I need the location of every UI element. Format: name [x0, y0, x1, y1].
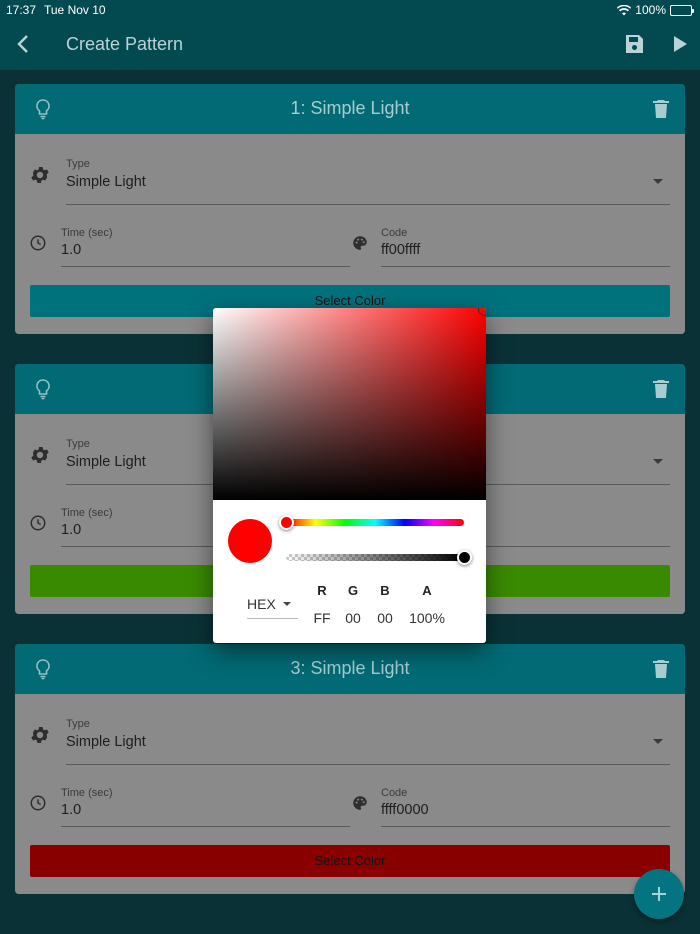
- color-picker-dialog: HEX R FF G 00 B 00 A 100%: [213, 308, 486, 643]
- pattern-title: 3: Simple Light: [290, 658, 410, 678]
- divider: [66, 204, 670, 205]
- divider: [61, 826, 350, 827]
- save-icon[interactable]: [622, 32, 646, 56]
- battery-icon: [670, 4, 694, 16]
- channel-label: B: [380, 583, 390, 598]
- time-input[interactable]: 1.0: [61, 242, 81, 258]
- time-label: Time (sec): [61, 507, 113, 519]
- lightbulb-icon: [36, 379, 50, 400]
- gear-icon: [31, 447, 49, 463]
- trash-icon[interactable]: [649, 377, 673, 401]
- status-time: 17:37: [6, 3, 37, 17]
- clock-icon: [30, 515, 46, 531]
- type-dropdown[interactable]: Simple Light: [66, 454, 146, 470]
- pattern-card-header: 1: Simple Light: [15, 84, 685, 134]
- pattern-card-body: Type Simple Light Time (sec) 1.0 Code ff…: [15, 694, 685, 894]
- pattern-card-header: 3: Simple Light: [15, 644, 685, 694]
- clock-icon: [30, 795, 46, 811]
- hue-slider[interactable]: [286, 519, 464, 526]
- channel-value[interactable]: 100%: [407, 610, 447, 626]
- type-dropdown[interactable]: Simple Light: [66, 734, 146, 750]
- hue-slider-thumb[interactable]: [278, 515, 294, 530]
- clock-icon: [30, 235, 46, 251]
- channel-b: B 00: [365, 583, 405, 626]
- divider: [247, 618, 298, 619]
- alpha-slider[interactable]: [286, 554, 464, 561]
- saturation-value-area[interactable]: [213, 308, 486, 500]
- code-input[interactable]: ffff0000: [381, 802, 429, 818]
- time-label: Time (sec): [61, 227, 113, 239]
- pattern-card-body: Type Simple Light Time (sec) 1.0 Code ff…: [15, 134, 685, 334]
- status-bar: 17:37 Tue Nov 10 100%: [0, 0, 700, 20]
- channel-a: A 100%: [407, 583, 447, 626]
- type-label: Type: [66, 158, 90, 170]
- pattern-card: 1: Simple Light Type Simple Light Time (…: [15, 84, 685, 334]
- divider: [381, 266, 670, 267]
- palette-icon: [353, 236, 367, 250]
- divider: [381, 826, 670, 827]
- code-input[interactable]: ff00ffff: [381, 242, 420, 258]
- time-input[interactable]: 1.0: [61, 802, 81, 818]
- code-label: Code: [381, 787, 408, 799]
- dropdown-arrow-icon[interactable]: [653, 739, 663, 744]
- gear-icon: [31, 727, 49, 743]
- type-dropdown[interactable]: Simple Light: [66, 174, 146, 190]
- pattern-card: 3: Simple Light Type Simple Light Time (…: [15, 644, 685, 894]
- divider: [66, 764, 670, 765]
- battery-percent: 100%: [635, 3, 666, 17]
- chevron-left-icon[interactable]: [12, 32, 36, 56]
- channel-label: A: [422, 583, 432, 598]
- status-date: Tue Nov 10: [44, 3, 106, 17]
- time-label: Time (sec): [61, 787, 113, 799]
- channel-value[interactable]: 00: [365, 610, 405, 626]
- select-color-button[interactable]: Select Color: [30, 845, 670, 877]
- color-preview-swatch: [228, 519, 272, 563]
- dropdown-arrow-icon[interactable]: [653, 459, 663, 464]
- trash-icon[interactable]: [649, 97, 673, 121]
- play-icon[interactable]: [668, 32, 692, 56]
- type-label: Type: [66, 718, 90, 730]
- app-bar: Create Pattern: [0, 20, 700, 70]
- status-right: 100%: [617, 3, 694, 17]
- wifi-icon: [617, 4, 632, 15]
- type-label: Type: [66, 438, 90, 450]
- code-label: Code: [381, 227, 408, 239]
- pattern-title: 1: Simple Light: [290, 98, 410, 118]
- page-title: Create Pattern: [66, 34, 184, 54]
- dropdown-arrow-icon[interactable]: [653, 179, 663, 184]
- color-mode-select[interactable]: HEX: [247, 596, 276, 612]
- trash-icon[interactable]: [649, 657, 673, 681]
- add-pattern-button[interactable]: [634, 869, 684, 919]
- time-input[interactable]: 1.0: [61, 522, 81, 538]
- alpha-slider-thumb[interactable]: [456, 550, 472, 565]
- dropdown-arrow-icon[interactable]: [283, 602, 291, 606]
- palette-icon: [353, 796, 367, 810]
- gear-icon: [31, 167, 49, 183]
- divider: [61, 266, 350, 267]
